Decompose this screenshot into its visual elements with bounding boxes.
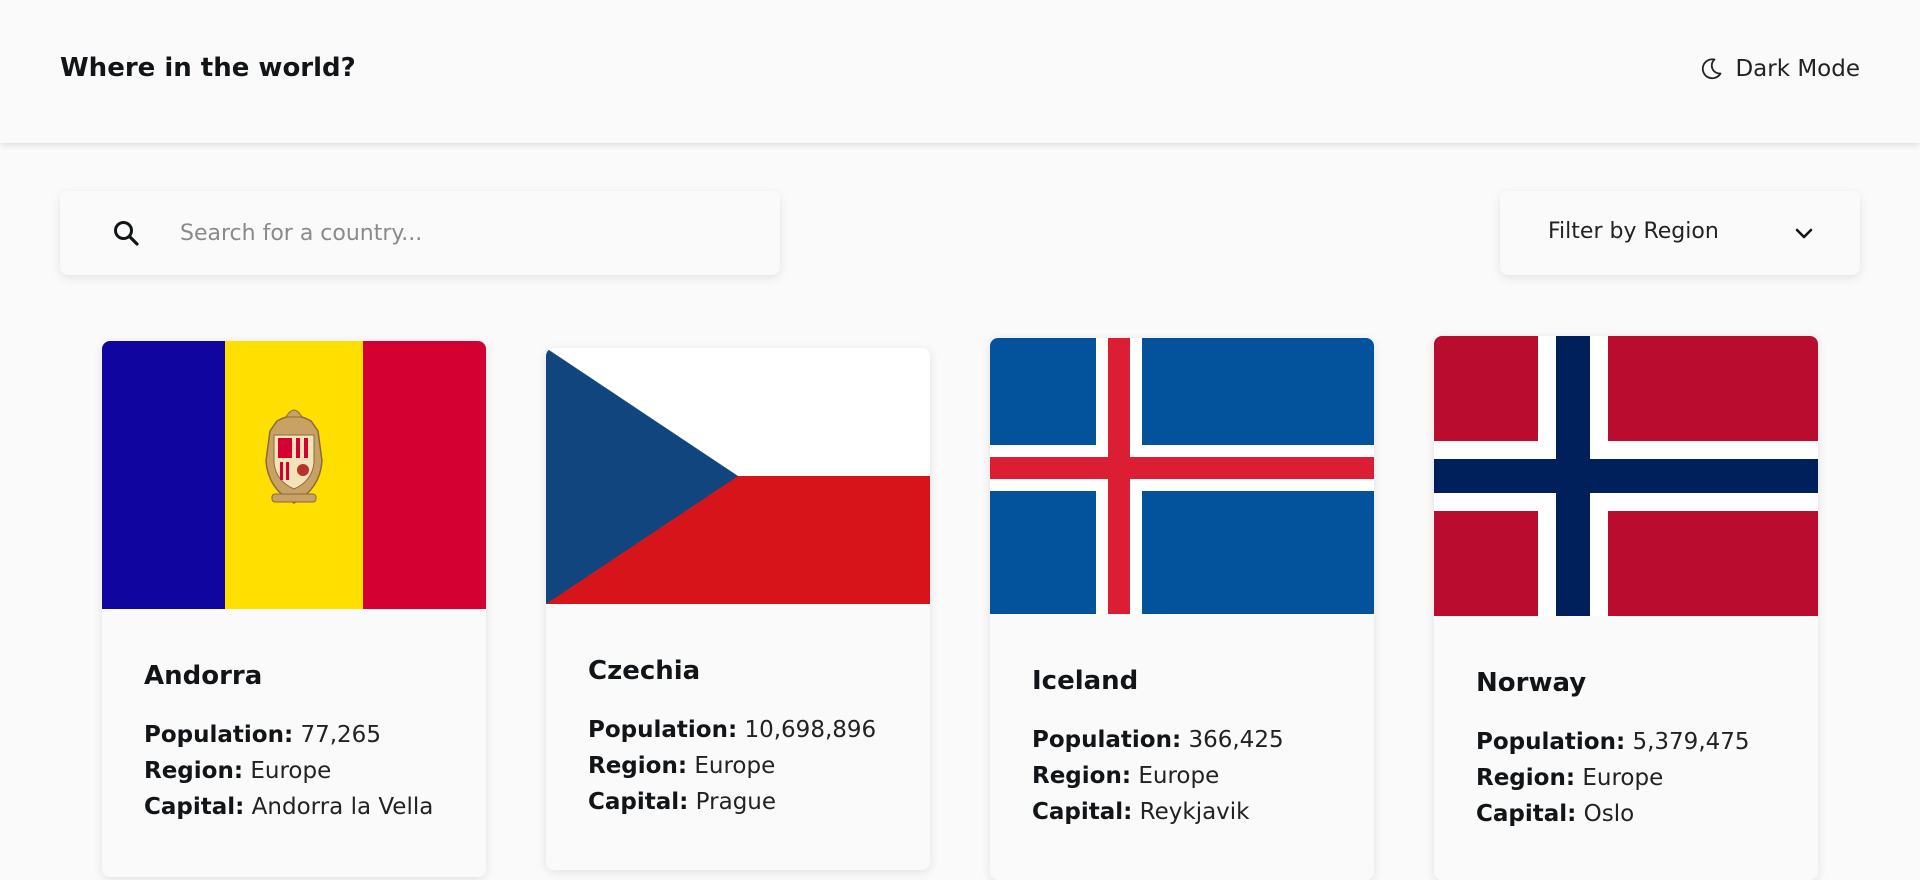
czechia-flag-icon <box>546 348 930 604</box>
population-key: Population: <box>1476 729 1626 755</box>
population-key: Population: <box>144 722 294 748</box>
region-key: Region: <box>1476 765 1576 791</box>
capital-line: Capital: Oslo <box>1476 796 1776 832</box>
app-title: Where in the world? <box>60 53 356 83</box>
region-key: Region: <box>588 753 688 779</box>
capital-value: Oslo <box>1583 801 1635 827</box>
capital-key: Capital: <box>1476 801 1577 827</box>
iceland-flag-icon <box>990 338 1374 614</box>
region-filter-dropdown[interactable]: Filter by Region <box>1500 191 1860 275</box>
country-name: Norway <box>1476 668 1587 698</box>
search-input[interactable] <box>180 191 740 275</box>
population-line: Population: 77,265 <box>144 717 444 753</box>
region-line: Region: Europe <box>1476 760 1776 796</box>
capital-key: Capital: <box>588 789 689 815</box>
moon-icon <box>1699 57 1723 81</box>
card-body: Czechia Population: 10,698,896 Region: E… <box>546 604 930 820</box>
site-header: Where in the world? Dark Mode <box>0 0 1920 143</box>
country-name: Andorra <box>144 661 263 691</box>
region-line: Region: Europe <box>144 753 444 789</box>
region-key: Region: <box>1032 763 1132 789</box>
population-key: Population: <box>1032 727 1182 753</box>
region-line: Region: Europe <box>1032 758 1332 794</box>
population-value: 366,425 <box>1188 727 1284 753</box>
region-value: Europe <box>250 758 332 784</box>
capital-line: Capital: Andorra la Vella <box>144 789 444 825</box>
card-body: Norway Population: 5,379,475 Region: Eur… <box>1434 616 1818 832</box>
country-name: Iceland <box>1032 666 1139 696</box>
region-key: Region: <box>144 758 244 784</box>
search-icon <box>112 219 140 247</box>
capital-line: Capital: Reykjavik <box>1032 794 1332 830</box>
andorra-flag-icon <box>102 341 486 609</box>
card-body: Iceland Population: 366,425 Region: Euro… <box>990 614 1374 830</box>
population-value: 10,698,896 <box>744 717 877 743</box>
population-line: Population: 10,698,896 <box>588 712 888 748</box>
country-card[interactable]: Czechia Population: 10,698,896 Region: E… <box>546 348 930 870</box>
region-value: Europe <box>1138 763 1220 789</box>
capital-value: Reykjavik <box>1139 799 1250 825</box>
country-name: Czechia <box>588 656 701 686</box>
population-line: Population: 366,425 <box>1032 722 1332 758</box>
region-value: Europe <box>1582 765 1664 791</box>
card-body: Andorra Population: 77,265 Region: Europ… <box>102 609 486 825</box>
region-value: Europe <box>694 753 776 779</box>
search-bar <box>60 191 780 275</box>
country-card[interactable]: Norway Population: 5,379,475 Region: Eur… <box>1434 336 1818 880</box>
population-value: 5,379,475 <box>1632 729 1750 755</box>
country-card[interactable]: Andorra Population: 77,265 Region: Europ… <box>102 341 486 877</box>
region-line: Region: Europe <box>588 748 888 784</box>
region-filter-label: Filter by Region <box>1548 219 1719 244</box>
capital-key: Capital: <box>144 794 245 820</box>
country-card[interactable]: Iceland Population: 366,425 Region: Euro… <box>990 338 1374 880</box>
dark-mode-toggle[interactable]: Dark Mode <box>1699 56 1860 82</box>
capital-line: Capital: Prague <box>588 784 888 820</box>
population-line: Population: 5,379,475 <box>1476 724 1776 760</box>
dark-mode-label: Dark Mode <box>1735 56 1860 82</box>
capital-value: Prague <box>695 789 777 815</box>
population-value: 77,265 <box>300 722 381 748</box>
capital-value: Andorra la Vella <box>251 794 434 820</box>
population-key: Population: <box>588 717 738 743</box>
chevron-down-icon <box>1794 223 1814 243</box>
norway-flag-icon <box>1434 336 1818 616</box>
capital-key: Capital: <box>1032 799 1133 825</box>
